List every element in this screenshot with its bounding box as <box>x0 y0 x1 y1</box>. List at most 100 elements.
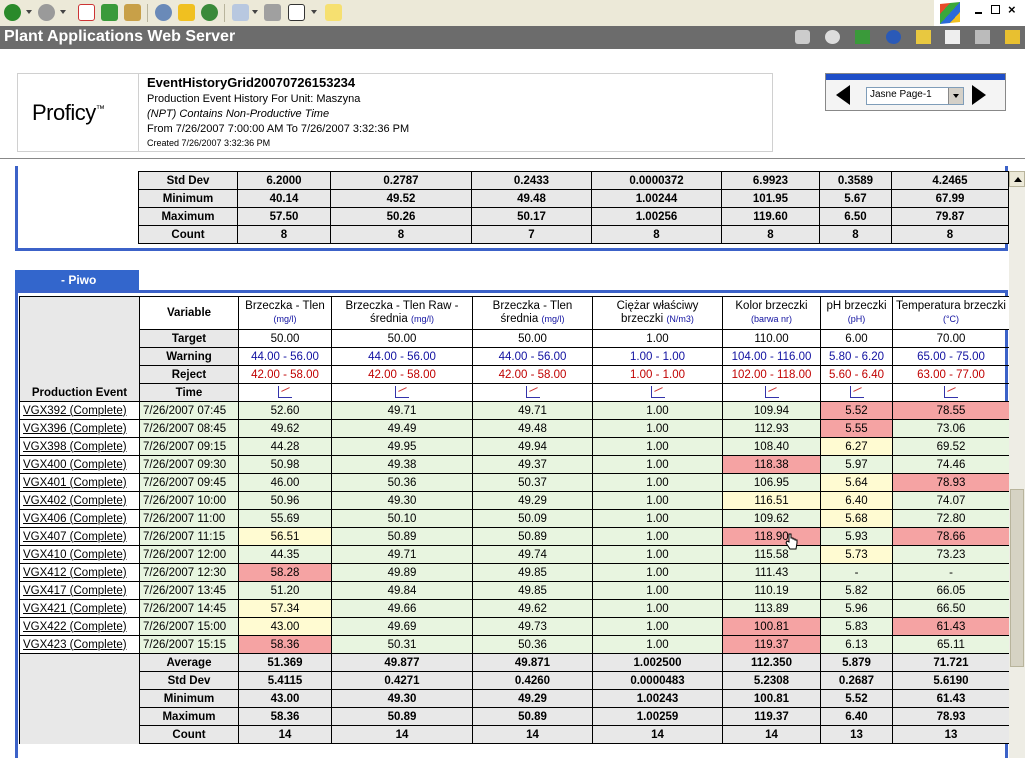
trend-chart-icon[interactable] <box>395 386 409 399</box>
variable-header[interactable]: Temperatura brzeczki (°C) <box>892 296 1010 330</box>
value-cell: 1.00 <box>592 437 723 456</box>
event-link[interactable]: VGX423 (Complete) <box>23 639 127 651</box>
value-cell: 49.73 <box>472 617 593 636</box>
value-cell: 119.37 <box>722 635 821 654</box>
event-link[interactable]: VGX398 (Complete) <box>23 441 127 453</box>
tab-piwo[interactable]: - Piwo <box>15 270 139 290</box>
target-cell: 50.00 <box>331 329 473 348</box>
value-cell: - <box>820 563 893 582</box>
trend-chart-icon[interactable] <box>525 386 540 399</box>
table-row: VGX407 (Complete) 7/26/2007 11:15 56.51 50.… <box>19 527 1010 546</box>
notes-icon[interactable] <box>325 4 342 21</box>
camera-icon[interactable] <box>795 30 810 44</box>
vertical-scrollbar[interactable] <box>1009 171 1025 758</box>
page-select[interactable]: Jasne Page-1 <box>866 87 964 105</box>
trend-chart-icon[interactable] <box>944 386 958 399</box>
stats-label: Count <box>139 725 239 744</box>
event-link[interactable]: VGX421 (Complete) <box>23 603 127 615</box>
event-link[interactable]: VGX400 (Complete) <box>23 459 127 471</box>
report-name: EventHistoryGrid20070726153234 <box>147 75 356 90</box>
stats-cell: 6.50 <box>819 207 892 226</box>
search-icon[interactable] <box>155 4 172 21</box>
refresh-icon[interactable] <box>855 30 870 44</box>
trend-cell <box>892 383 1010 402</box>
npt-note: (NPT) Contains Non-Productive Time <box>147 108 330 120</box>
back-dropdown-icon[interactable] <box>26 10 32 14</box>
event-cell: VGX392 (Complete) <box>19 401 140 420</box>
value-cell: 66.05 <box>892 581 1010 600</box>
event-link[interactable]: VGX422 (Complete) <box>23 621 127 633</box>
toolbar-divider <box>147 4 148 22</box>
stats-cell: 8 <box>330 225 472 244</box>
minimize-icon[interactable] <box>975 12 982 14</box>
restore-icon[interactable] <box>991 5 1000 14</box>
word-edit-icon[interactable] <box>288 4 305 21</box>
stats-row: Count 14 14 14 14 14 13 13 <box>19 725 1010 744</box>
key-icon[interactable] <box>1005 30 1020 44</box>
stats-cell: 1.00244 <box>591 189 722 208</box>
variable-unit: (mg/l) <box>541 314 565 324</box>
variable-header[interactable]: Brzeczka - Tlen średnia (mg/l) <box>472 296 593 330</box>
time-cell: 7/26/2007 10:00 <box>139 491 239 510</box>
stats-cell: 14 <box>331 725 473 744</box>
folder-icon[interactable] <box>916 30 931 44</box>
trend-chart-icon[interactable] <box>650 386 665 399</box>
variable-header[interactable]: Kolor brzeczki (barwa nr) <box>722 296 821 330</box>
previous-page-icon[interactable] <box>836 85 850 105</box>
favorites-icon[interactable] <box>178 4 195 21</box>
print-icon[interactable] <box>264 4 281 21</box>
logo-box: Proficy™ <box>17 73 139 152</box>
stats-cell: 49.871 <box>472 653 593 672</box>
back-icon[interactable] <box>4 4 21 21</box>
edit-dropdown-icon[interactable] <box>311 10 317 14</box>
binoculars-icon[interactable] <box>825 30 840 44</box>
event-link[interactable]: VGX396 (Complete) <box>23 423 127 435</box>
variable-header[interactable]: Brzeczka - Tlen (mg/l) <box>238 296 332 330</box>
scroll-thumb[interactable] <box>1010 489 1024 667</box>
print-icon[interactable] <box>975 30 990 44</box>
trend-chart-icon[interactable] <box>278 386 292 399</box>
history-icon[interactable] <box>201 4 218 21</box>
mail-dropdown-icon[interactable] <box>252 10 258 14</box>
mail-icon[interactable] <box>232 4 249 21</box>
trend-chart-icon[interactable] <box>764 386 779 399</box>
event-link[interactable]: VGX402 (Complete) <box>23 495 127 507</box>
event-link[interactable]: VGX406 (Complete) <box>23 513 127 525</box>
variable-header[interactable]: Ciężar właściwy brzeczki (N/m3) <box>592 296 723 330</box>
event-cell: VGX398 (Complete) <box>19 437 140 456</box>
value-cell: 112.93 <box>722 419 821 438</box>
next-page-icon[interactable] <box>972 85 986 105</box>
variable-unit: (N/m3) <box>666 314 694 324</box>
event-link[interactable]: VGX407 (Complete) <box>23 531 127 543</box>
event-cell: VGX412 (Complete) <box>19 563 140 582</box>
event-link[interactable]: VGX417 (Complete) <box>23 585 127 597</box>
table-row: VGX410 (Complete) 7/26/2007 12:00 44.35 49.… <box>19 545 1010 564</box>
stats-row: Std Dev 5.4115 0.4271 0.4260 0.0000483 5.2308… <box>19 671 1010 690</box>
home-icon[interactable] <box>124 4 141 21</box>
forward-dropdown-icon[interactable] <box>60 10 66 14</box>
variable-header[interactable]: pH brzeczki (pH) <box>820 296 893 330</box>
value-cell: 52.60 <box>238 401 332 420</box>
stop-icon[interactable] <box>78 4 95 21</box>
variable-header[interactable]: Brzeczka - Tlen Raw - średnia (mg/l) <box>331 296 473 330</box>
value-cell: 50.31 <box>331 635 473 654</box>
value-cell: 6.40 <box>820 491 893 510</box>
event-link[interactable]: VGX401 (Complete) <box>23 477 127 489</box>
scroll-up-button[interactable] <box>1009 171 1025 187</box>
value-cell: 5.52 <box>820 401 893 420</box>
value-cell: 66.50 <box>892 599 1010 618</box>
chevron-down-icon[interactable] <box>948 88 963 104</box>
refresh-icon[interactable] <box>101 4 118 21</box>
close-icon[interactable]: × <box>1008 2 1016 17</box>
value-cell: 1.00 <box>592 473 723 492</box>
value-cell: 6.13 <box>820 635 893 654</box>
table-row: VGX406 (Complete) 7/26/2007 11:00 55.69 50.… <box>19 509 1010 528</box>
globe-icon[interactable] <box>886 30 901 44</box>
event-link[interactable]: VGX392 (Complete) <box>23 405 127 417</box>
forward-icon[interactable] <box>38 4 55 21</box>
event-link[interactable]: VGX412 (Complete) <box>23 567 127 579</box>
frame-divider <box>0 158 1025 159</box>
event-link[interactable]: VGX410 (Complete) <box>23 549 127 561</box>
trend-chart-icon[interactable] <box>849 386 864 399</box>
copy-icon[interactable] <box>945 30 960 44</box>
